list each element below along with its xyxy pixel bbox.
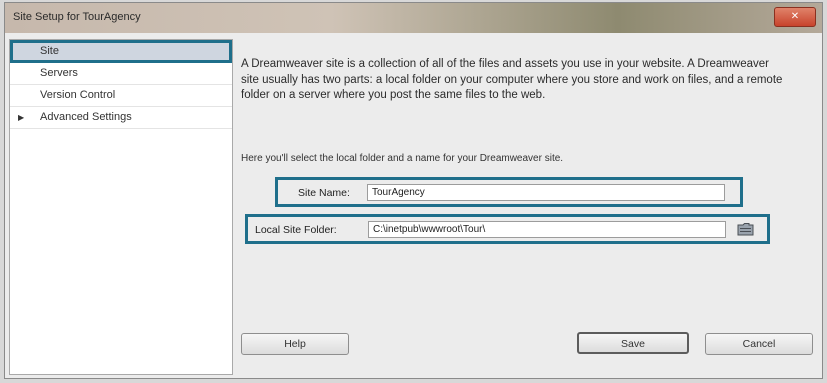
help-button[interactable]: Help [241, 333, 349, 355]
local-folder-label: Local Site Folder: [255, 224, 337, 236]
sidebar-item-label: Servers [40, 67, 78, 79]
sidebar-item-site[interactable]: Site [10, 40, 232, 63]
site-name-group: Site Name: TourAgency [275, 177, 743, 207]
site-setup-dialog: Site Setup for TourAgency ✕ Site Servers… [4, 2, 823, 379]
save-button[interactable]: Save [577, 332, 689, 354]
sidebar-item-version-control[interactable]: Version Control [10, 85, 232, 107]
setup-hint: Here you'll select the local folder and … [241, 153, 564, 164]
sidebar-item-label: Advanced Settings [40, 111, 132, 123]
title-bar[interactable]: Site Setup for TourAgency ✕ [5, 3, 822, 33]
category-sidebar: Site Servers Version Control ▶ Advanced … [9, 39, 233, 375]
expand-arrow-icon[interactable]: ▶ [18, 107, 24, 128]
local-folder-input[interactable]: C:\inetpub\wwwroot\Tour\ [368, 221, 726, 238]
sidebar-item-advanced-settings[interactable]: ▶ Advanced Settings [10, 107, 232, 129]
local-folder-group: Local Site Folder: C:\inetpub\wwwroot\To… [245, 214, 770, 244]
sidebar-item-label: Site [40, 45, 59, 57]
cancel-button[interactable]: Cancel [705, 333, 813, 355]
site-name-input[interactable]: TourAgency [367, 184, 725, 201]
main-panel: A Dreamweaver site is a collection of al… [241, 39, 817, 379]
site-name-label: Site Name: [298, 187, 350, 199]
sidebar-item-label: Version Control [40, 89, 116, 101]
site-description: A Dreamweaver site is a collection of al… [241, 58, 783, 101]
window-title: Site Setup for TourAgency [13, 11, 141, 23]
close-button[interactable]: ✕ [774, 7, 816, 27]
sidebar-item-servers[interactable]: Servers [10, 63, 232, 85]
folder-icon [737, 223, 754, 236]
close-icon: ✕ [790, 11, 800, 22]
browse-folder-button[interactable] [737, 222, 754, 236]
